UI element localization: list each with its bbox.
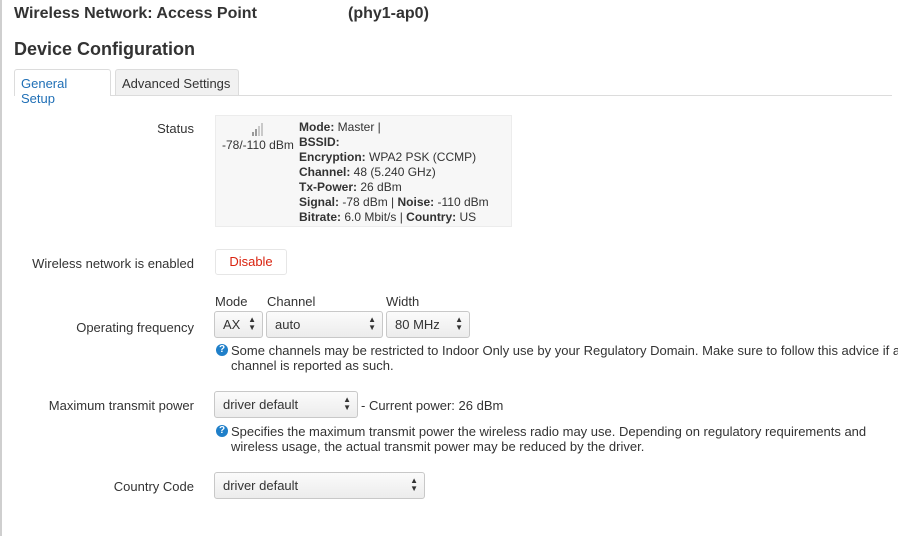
country-code-select[interactable]: driver default ▲ ▼: [214, 472, 425, 499]
updown-arrows-icon: ▲ ▼: [248, 315, 256, 332]
page-title: Wireless Network: Access Point: [14, 5, 257, 22]
question-circle-icon: ?: [216, 344, 228, 356]
frequency-help-text: Some channels may be restricted to Indoo…: [231, 343, 898, 373]
status-details: Mode: Master | BSSID: Encryption: WPA2 P…: [299, 120, 489, 225]
question-circle-icon: ?: [216, 425, 228, 437]
status-bitrate-country: Bitrate: 6.0 Mbit/s | Country: US: [299, 210, 477, 224]
status-bssid: BSSID:: [299, 135, 340, 149]
tab-general-setup[interactable]: General Setup: [14, 69, 111, 106]
signal-strength-text: -78/-110 dBm: [222, 138, 294, 152]
updown-arrows-icon: ▲ ▼: [343, 395, 351, 412]
tab-bar: General Setup Advanced Settings: [14, 69, 892, 106]
status-mode: Mode: Master |: [299, 120, 381, 134]
current-power-text: - Current power: 26 dBm: [361, 398, 504, 413]
status-channel: Channel: 48 (5.240 GHz): [299, 165, 436, 179]
updown-arrows-icon: ▲ ▼: [410, 476, 418, 493]
enabled-label: Wireless network is enabled: [32, 256, 194, 271]
operating-frequency-label: Operating frequency: [76, 320, 194, 335]
signal-bars-icon: [252, 122, 268, 136]
status-panel: -78/-110 dBm Mode: Master | BSSID: Encry…: [215, 115, 512, 227]
disable-button[interactable]: Disable: [215, 249, 287, 275]
transmit-power-select[interactable]: driver default ▲ ▼: [214, 391, 358, 418]
status-txpower: Tx-Power: 26 dBm: [299, 180, 402, 194]
updown-arrows-icon: ▲ ▼: [368, 315, 376, 332]
country-code-label: Country Code: [113, 479, 194, 494]
status-label: Status: [157, 121, 194, 136]
status-encryption: Encryption: WPA2 PSK (CCMP): [299, 150, 477, 164]
max-transmit-power-label: Maximum transmit power: [48, 398, 194, 413]
section-title: Device Configuration: [14, 39, 196, 59]
mode-select[interactable]: AX ▲ ▼: [214, 311, 263, 338]
channel-label: Channel: [267, 294, 316, 309]
status-signal-noise: Signal: -78 dBm | Noise: -110 dBm: [299, 195, 489, 209]
txpower-help-text: Specifies the maximum transmit power the…: [231, 424, 867, 454]
width-select[interactable]: 80 MHz ▲ ▼: [386, 311, 470, 338]
updown-arrows-icon: ▲ ▼: [455, 315, 463, 332]
channel-select[interactable]: auto ▲ ▼: [266, 311, 383, 338]
tab-advanced-settings[interactable]: Advanced Settings: [115, 69, 239, 95]
interface-name: (phy1-ap0): [348, 5, 429, 22]
mode-label: Mode: [215, 294, 248, 309]
width-label: Width: [386, 294, 420, 309]
